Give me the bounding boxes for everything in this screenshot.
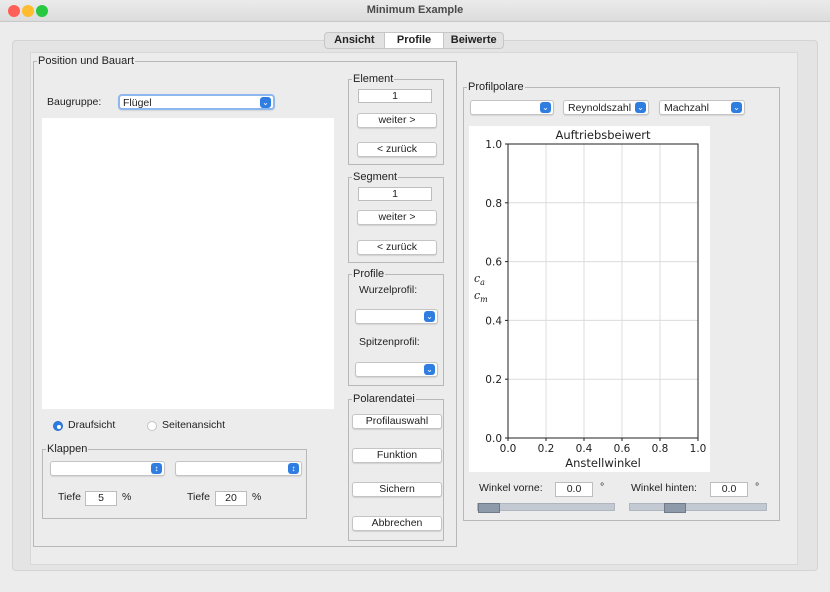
tiefe-left-unit: % [122, 491, 132, 503]
x-tick-label: 0.4 [576, 443, 593, 455]
element-field[interactable]: 1 [358, 89, 432, 103]
tiefe-right-label: Tiefe [187, 491, 210, 503]
polar-select-combo[interactable]: ⌄ [470, 100, 554, 115]
reynoldszahl-combo[interactable]: Reynoldszahl ⌄ [563, 100, 649, 115]
tiefe-left-field[interactable]: 5 [85, 491, 117, 506]
x-tick-label: 0.2 [538, 443, 555, 455]
window-title: Minimum Example [366, 4, 464, 16]
spitzenprofil-combo[interactable]: ⌄ [355, 362, 438, 377]
element-group-title: Element [353, 73, 394, 85]
ca-subscript: a [480, 278, 485, 287]
klappe-left-combo[interactable]: ↕ [50, 461, 165, 476]
baugruppe-label: Baugruppe: [47, 96, 102, 108]
y-axis-label-cm: cm [474, 289, 488, 304]
abbrechen-button[interactable]: Abbrechen [352, 516, 442, 531]
chevron-updown-icon: ↕ [151, 463, 162, 474]
tiefe-left-label: Tiefe [58, 491, 81, 503]
winkel-hinten-label: Winkel hinten: [631, 482, 697, 494]
chart-ticks: 0.0 0.2 0.4 0.6 0.8 1.0 0.0 0.2 0.4 0.6 0.8 1.0 [485, 139, 706, 455]
baugruppe-combo[interactable]: Flügel ⌄ [118, 94, 275, 110]
machzahl-combo[interactable]: Machzahl ⌄ [659, 100, 745, 115]
chevron-down-icon: ⌄ [424, 311, 435, 322]
slider-handle[interactable] [664, 503, 687, 513]
segment-group-title: Segment [353, 171, 398, 183]
wurzelprofil-label: Wurzelprofil: [359, 284, 418, 296]
position-group-title: Position und Bauart [38, 55, 135, 67]
chart-container: 0.0 0.2 0.4 0.6 0.8 1.0 0.0 0.2 0.4 0.6 0.8 1.0 Auf… [469, 126, 710, 472]
element-prev-button[interactable]: < zurück [357, 142, 437, 157]
profilpolare-group-title: Profilpolare [468, 81, 524, 93]
tiefe-right-unit: % [252, 491, 262, 503]
y-tick-label: 0.6 [485, 257, 502, 269]
tab-bar: Ansicht Profile Beiwerte [324, 32, 504, 49]
baugruppe-value: Flügel [123, 97, 152, 109]
chart-title: Auftriebsbeiwert [555, 128, 651, 142]
klappen-group-title: Klappen [47, 443, 88, 455]
chevron-down-icon: ⌄ [731, 102, 742, 113]
funktion-button[interactable]: Funktion [352, 448, 442, 463]
seitenansicht-label: Seitenansicht [162, 419, 226, 431]
cm-subscript: m [480, 295, 488, 304]
winkel-vorne-label: Winkel vorne: [479, 482, 543, 494]
winkel-hinten-slider[interactable] [629, 503, 767, 513]
plot-frame [507, 143, 699, 439]
x-tick-label: 0.0 [500, 443, 517, 455]
y-tick-label: 0.4 [485, 315, 502, 327]
draufsicht-radio[interactable] [53, 421, 63, 431]
machzahl-value: Machzahl [664, 102, 709, 114]
winkel-hinten-unit: ° [755, 481, 760, 493]
tab-beiwerte[interactable]: Beiwerte [444, 33, 503, 48]
tab-profile[interactable]: Profile [383, 33, 445, 48]
klappen-group: Klappen [42, 443, 307, 519]
segment-prev-button[interactable]: < zurück [357, 240, 437, 255]
y-axis-label-ca: ca [474, 272, 485, 287]
chevron-down-icon: ⌄ [260, 97, 271, 108]
chevron-updown-icon: ↕ [288, 463, 299, 474]
x-tick-label: 0.8 [652, 443, 669, 455]
x-axis-label: Anstellwinkel [565, 456, 641, 470]
title-bar: Minimum Example [0, 0, 830, 22]
polar-chart[interactable]: 0.0 0.2 0.4 0.6 0.8 1.0 0.0 0.2 0.4 0.6 0.8 1.0 Auf… [469, 126, 710, 472]
winkel-vorne-unit: ° [600, 481, 605, 493]
polarendatei-group-title: Polarendatei [353, 393, 415, 405]
y-tick-label: 0.0 [485, 433, 502, 445]
x-tick-label: 1.0 [690, 443, 707, 455]
segment-next-button[interactable]: weiter > [357, 210, 437, 225]
winkel-vorne-field[interactable]: 0.0 [555, 482, 593, 497]
reynoldszahl-value: Reynoldszahl [568, 102, 632, 114]
draufsicht-label: Draufsicht [68, 419, 116, 431]
chart-grid [507, 143, 699, 439]
sichern-button[interactable]: Sichern [352, 482, 442, 497]
geometry-canvas[interactable] [42, 118, 334, 409]
chevron-down-icon: ⌄ [424, 364, 435, 375]
klappe-right-combo[interactable]: ↕ [175, 461, 302, 476]
x-tick-label: 0.6 [614, 443, 631, 455]
chevron-down-icon: ⌄ [635, 102, 646, 113]
winkel-vorne-slider[interactable] [477, 503, 615, 513]
y-tick-label: 1.0 [485, 139, 502, 151]
segment-field[interactable]: 1 [358, 187, 432, 201]
y-tick-label: 0.8 [485, 198, 502, 210]
chevron-down-icon: ⌄ [540, 102, 551, 113]
profilauswahl-button[interactable]: Profilauswahl [352, 414, 442, 429]
seitenansicht-radio[interactable] [147, 421, 157, 431]
winkel-hinten-field[interactable]: 0.0 [710, 482, 748, 497]
y-tick-label: 0.2 [485, 374, 502, 386]
tiefe-right-field[interactable]: 20 [215, 491, 247, 506]
tab-ansicht[interactable]: Ansicht [325, 33, 384, 48]
wurzelprofil-combo[interactable]: ⌄ [355, 309, 438, 324]
slider-handle[interactable] [478, 503, 500, 513]
element-next-button[interactable]: weiter > [357, 113, 437, 128]
spitzenprofil-label: Spitzenprofil: [359, 336, 420, 348]
profile-group-title: Profile [353, 268, 385, 280]
